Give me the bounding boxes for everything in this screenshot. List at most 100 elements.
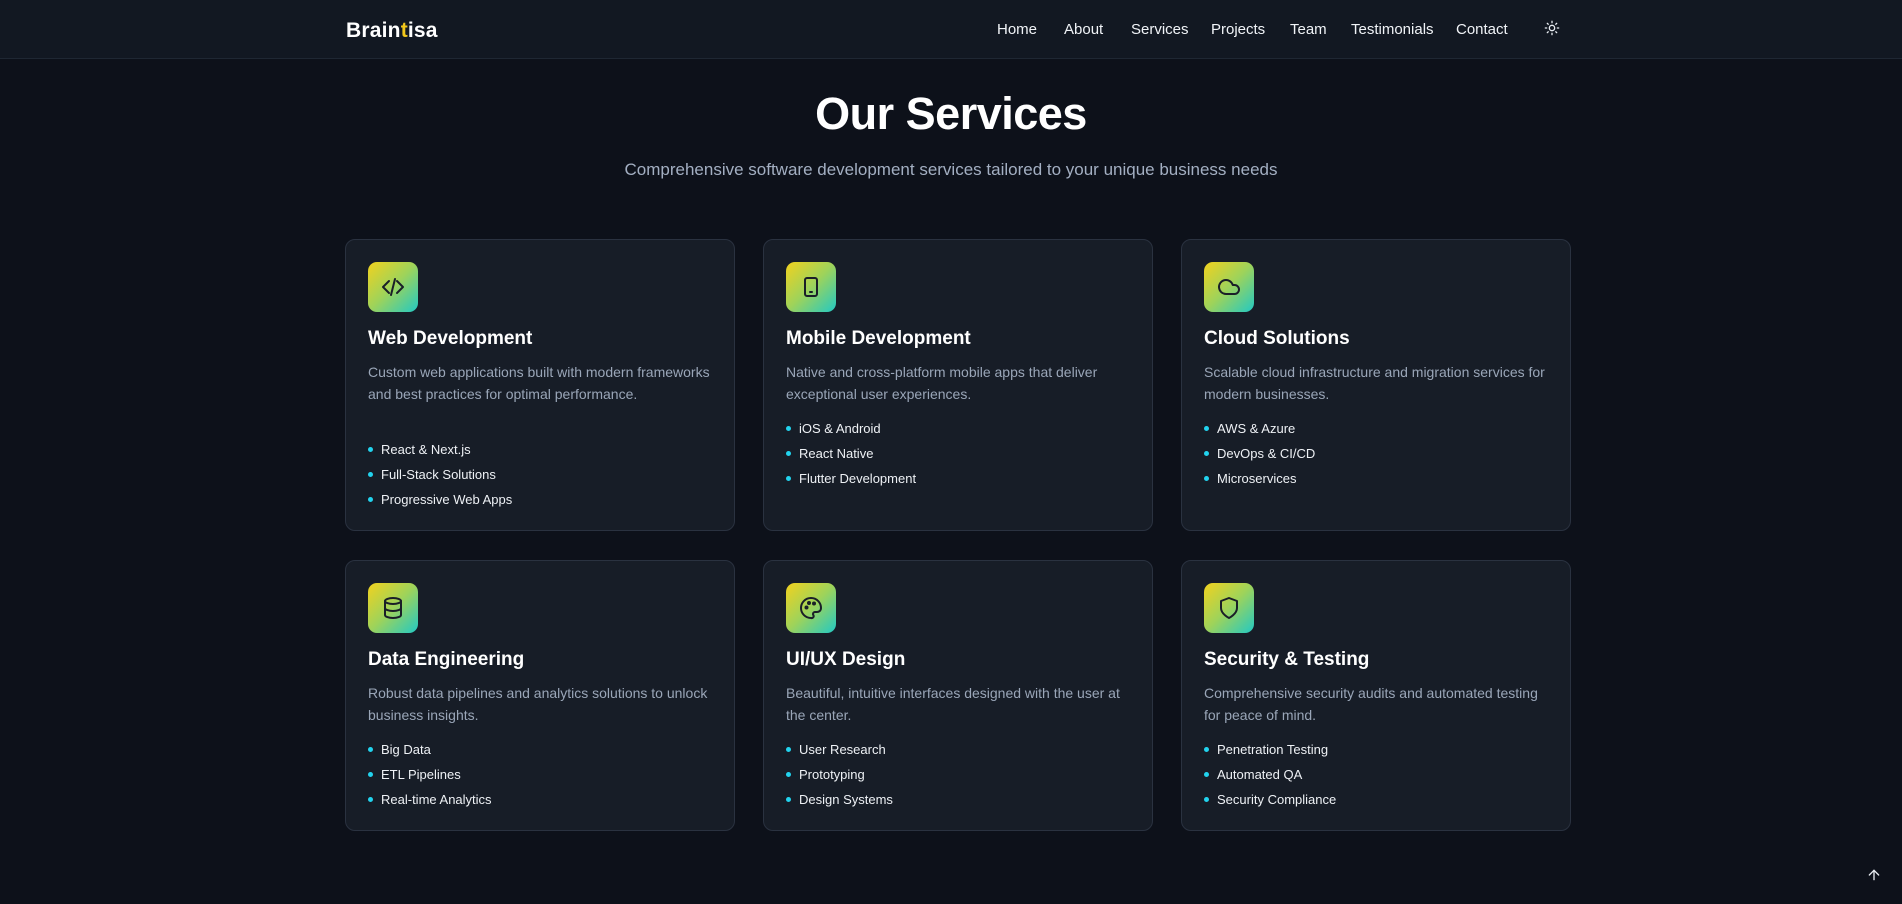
feature-item: Real-time Analytics xyxy=(368,791,492,816)
feature-item: Penetration Testing xyxy=(1204,741,1336,766)
card-title: UI/UX Design xyxy=(786,649,906,670)
arrow-up-icon xyxy=(1868,869,1880,881)
nav-link-projects[interactable]: Projects xyxy=(1211,21,1265,38)
service-card-mobile-development: Mobile Development Native and cross-plat… xyxy=(763,239,1153,531)
section-subtitle: Comprehensive software development servi… xyxy=(624,160,1278,179)
database-icon xyxy=(384,597,402,619)
feature-label: Automated QA xyxy=(1217,767,1303,782)
service-icon-box xyxy=(786,583,836,633)
feature-item: React Native xyxy=(786,445,916,470)
feature-label: React Native xyxy=(799,446,874,461)
brand-suffix: isa xyxy=(407,19,438,42)
service-icon-box xyxy=(368,583,418,633)
feature-label: Microservices xyxy=(1217,471,1297,486)
feature-item: Progressive Web Apps xyxy=(368,491,512,516)
card-description: Native and cross-platform mobile apps th… xyxy=(786,364,1098,402)
feature-label: Progressive Web Apps xyxy=(381,492,513,507)
card-title: Data Engineering xyxy=(368,649,525,670)
feature-item: Prototyping xyxy=(786,766,893,791)
feature-label: DevOps & CI/CD xyxy=(1217,446,1316,461)
bullet-dot xyxy=(786,772,791,777)
sun-icon xyxy=(1544,20,1560,36)
section-title: Our Services xyxy=(815,88,1087,139)
feature-label: Full-Stack Solutions xyxy=(381,467,496,482)
service-card-security-testing: Security & Testing Comprehensive securit… xyxy=(1181,560,1571,831)
card-description: Beautiful, intuitive interfaces designed… xyxy=(786,685,1120,723)
service-card-ui-ux-design: UI/UX Design Beautiful, intuitive interf… xyxy=(763,560,1153,831)
feature-item: Automated QA xyxy=(1204,766,1336,791)
feature-list: User Research Prototyping Design Systems xyxy=(786,741,893,816)
feature-item: ETL Pipelines xyxy=(368,766,492,791)
brand-prefix: Brain xyxy=(346,19,401,42)
feature-list: AWS & Azure DevOps & CI/CD Microservices xyxy=(1204,420,1315,495)
feature-list: Big Data ETL Pipelines Real-time Analyti… xyxy=(368,741,492,816)
feature-item: Design Systems xyxy=(786,791,893,816)
card-title: Security & Testing xyxy=(1204,649,1370,670)
feature-label: Prototyping xyxy=(799,767,865,782)
bullet-dot xyxy=(1204,747,1209,752)
feature-label: ETL Pipelines xyxy=(381,767,461,782)
feature-label: User Research xyxy=(799,742,886,757)
feature-label: Big Data xyxy=(381,742,431,757)
service-card-web-development: Web Development Custom web applications … xyxy=(345,239,735,531)
feature-item: Flutter Development xyxy=(786,470,916,495)
card-title: Mobile Development xyxy=(786,328,971,349)
service-card-cloud-solutions: Cloud Solutions Scalable cloud infrastru… xyxy=(1181,239,1571,531)
bullet-dot xyxy=(1204,476,1209,481)
feature-label: Design Systems xyxy=(799,792,893,807)
nav-link-contact[interactable]: Contact xyxy=(1456,21,1508,38)
feature-list: Penetration Testing Automated QA Securit… xyxy=(1204,741,1336,816)
bullet-dot xyxy=(786,451,791,456)
card-description: Scalable cloud infrastructure and migrat… xyxy=(1204,364,1545,402)
service-card-data-engineering: Data Engineering Robust data pipelines a… xyxy=(345,560,735,831)
palette-icon xyxy=(800,597,822,620)
nav-link-services[interactable]: Services xyxy=(1131,21,1189,38)
nav-link-about[interactable]: About xyxy=(1064,21,1103,38)
service-icon-box xyxy=(1204,262,1254,312)
feature-item: Microservices xyxy=(1204,470,1315,495)
feature-item: User Research xyxy=(786,741,893,766)
feature-label: AWS & Azure xyxy=(1217,421,1296,436)
scroll-to-top-button[interactable] xyxy=(1866,867,1882,883)
bullet-dot xyxy=(1204,426,1209,431)
bullet-dot xyxy=(368,497,373,502)
bullet-dot xyxy=(368,772,373,777)
brand-logo[interactable]: Braintisa xyxy=(346,19,438,43)
feature-label: Security Compliance xyxy=(1217,792,1337,807)
bullet-dot xyxy=(786,747,791,752)
service-icon-box xyxy=(368,262,418,312)
feature-label: iOS & Android xyxy=(799,421,881,436)
feature-item: React & Next.js xyxy=(368,441,512,466)
bullet-dot xyxy=(1204,797,1209,802)
nav-link-team[interactable]: Team xyxy=(1290,21,1327,38)
bullet-dot xyxy=(1204,772,1209,777)
feature-item: Security Compliance xyxy=(1204,791,1336,816)
feature-list: iOS & Android React Native Flutter Devel… xyxy=(786,420,916,495)
feature-label: React & Next.js xyxy=(381,442,471,457)
feature-item: iOS & Android xyxy=(786,420,916,445)
bullet-dot xyxy=(1204,451,1209,456)
bullet-dot xyxy=(368,797,373,802)
brand-accent: t xyxy=(400,19,408,42)
theme-toggle-button[interactable] xyxy=(1544,20,1560,36)
card-description: Comprehensive security audits and automa… xyxy=(1204,685,1538,723)
feature-item: DevOps & CI/CD xyxy=(1204,445,1315,470)
card-title: Web Development xyxy=(368,328,533,349)
feature-list: React & Next.js Full-Stack Solutions Pro… xyxy=(368,441,512,516)
service-icon-box xyxy=(1204,583,1254,633)
bullet-dot xyxy=(786,426,791,431)
bullet-dot xyxy=(786,797,791,802)
cloud-icon xyxy=(1218,279,1240,295)
feature-item: AWS & Azure xyxy=(1204,420,1315,445)
nav-link-testimonials[interactable]: Testimonials xyxy=(1351,21,1434,38)
tablet-icon xyxy=(804,277,818,297)
card-description: Custom web applications built with moder… xyxy=(368,364,710,402)
bullet-dot xyxy=(786,476,791,481)
card-title: Cloud Solutions xyxy=(1204,328,1350,349)
nav-link-home[interactable]: Home xyxy=(997,21,1037,38)
navbar: Braintisa Home About Services Projects T… xyxy=(0,0,1902,59)
card-description: Robust data pipelines and analytics solu… xyxy=(368,685,708,723)
feature-item: Full-Stack Solutions xyxy=(368,466,512,491)
bullet-dot xyxy=(368,747,373,752)
service-icon-box xyxy=(786,262,836,312)
